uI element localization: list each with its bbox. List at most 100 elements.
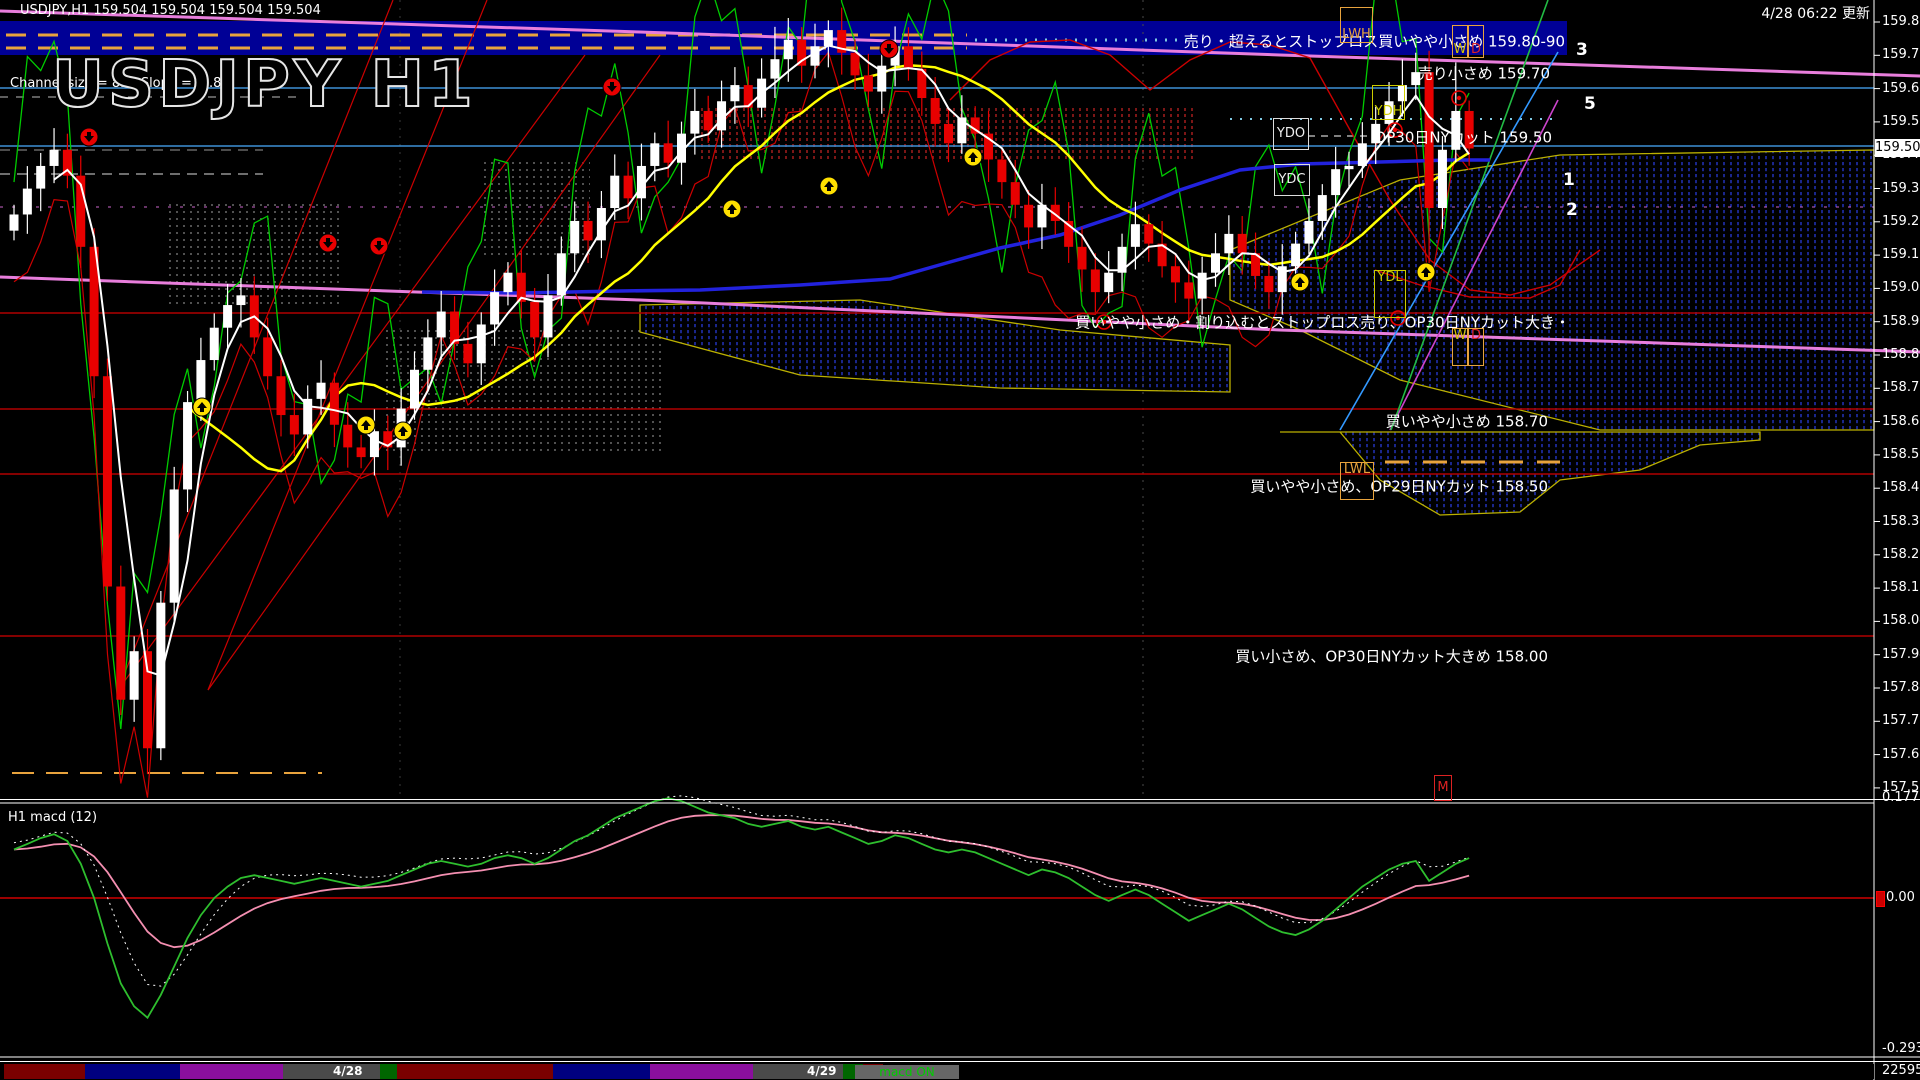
chart-window: USDJPY,H1 159.504 159.504 159.504 159.50… (0, 0, 1920, 1080)
candle-body (770, 59, 779, 78)
level-box-lwl[interactable]: LWL (1340, 462, 1374, 500)
sell-signal-icon (603, 78, 621, 96)
level-box-m[interactable]: M (1434, 775, 1452, 801)
candle-body (236, 295, 245, 305)
candle-body (1011, 182, 1020, 205)
candle-body (116, 587, 125, 700)
level-box-label: YDH (1375, 105, 1403, 119)
candle-body (410, 370, 419, 409)
level-box-label: LWH (1342, 28, 1371, 42)
candle-body (650, 143, 659, 166)
candle-body (1198, 273, 1207, 299)
trendline-number-label: 2 (1566, 200, 1578, 220)
annotation-text: OP30日NYカット 159.50 (1374, 127, 1552, 148)
candle-body (530, 302, 539, 338)
signal-dot-icon (1452, 91, 1466, 105)
level-box-label: M (1437, 781, 1448, 795)
level-box-lwh[interactable]: LWH (1340, 7, 1373, 43)
candle-body (503, 273, 512, 292)
session-timeline: 4/284/29macd ON (0, 1064, 1874, 1079)
price-axis-label: 158.870 (1882, 347, 1920, 362)
price-axis-label: 159.385 (1882, 181, 1920, 196)
candle-body (343, 425, 352, 448)
buy-signal-icon (964, 148, 982, 166)
level-box-label: YDO (1277, 127, 1305, 141)
candle-body (1438, 150, 1447, 208)
candle-body (303, 399, 312, 435)
level-box-ydo[interactable]: YDO (1273, 118, 1309, 150)
level-box-ydh[interactable]: YDH (1372, 85, 1405, 120)
candle-body (290, 415, 299, 434)
candle-body (437, 312, 446, 338)
buy-signal-icon (820, 177, 838, 195)
price-axis-label: 158.560 (1882, 447, 1920, 462)
candle-body (210, 328, 219, 360)
buy-signal-icon (357, 416, 375, 434)
candle-body (1024, 205, 1033, 228)
candle-body (370, 431, 379, 457)
candle-body (357, 447, 366, 457)
annotation-text: 買いやや小さめ 158.70 (1386, 411, 1548, 432)
price-axis-label: 159.590 (1882, 114, 1920, 129)
price-axis-label: 158.250 (1882, 547, 1920, 562)
chart-canvas[interactable] (0, 0, 1920, 1080)
candle-body (1104, 273, 1113, 292)
timeline-date-label: 4/29 (807, 1064, 836, 1079)
buy-signal-icon (1291, 273, 1309, 291)
candle-body (1331, 169, 1340, 195)
price-axis-label: 157.635 (1882, 747, 1920, 762)
level-box-label: W (1454, 329, 1467, 343)
session-segment (380, 1064, 397, 1079)
price-axis-label: 159.690 (1882, 81, 1920, 96)
candle-body (730, 85, 739, 101)
candle-body (811, 46, 820, 65)
annotation-text: 買い小さめ、OP30日NYカット大きめ 158.00 (1235, 646, 1548, 667)
candle-body (196, 360, 205, 402)
update-timestamp: 4/28 06:22 更新 (1761, 3, 1870, 23)
candle-body (944, 124, 953, 143)
level-box-ydl[interactable]: YDL (1374, 270, 1406, 318)
level-box-d[interactable]: D (1468, 25, 1484, 58)
chart-watermark: USDJPY H1 (52, 48, 477, 122)
candle-body (477, 324, 486, 363)
buy-signal-icon (723, 200, 741, 218)
macd-toggle-button[interactable]: macd ON (855, 1065, 959, 1079)
macd-axis-max: 0.177 (1882, 790, 1919, 805)
candle-body (1091, 269, 1100, 292)
candle-body (1144, 224, 1153, 243)
price-axis-label: 158.355 (1882, 514, 1920, 529)
level-box-label: D (1471, 43, 1481, 57)
candle-body (1304, 221, 1313, 244)
sell-signal-icon (880, 40, 898, 58)
candle-body (423, 337, 432, 369)
candle-body (317, 383, 326, 399)
candle-body (997, 159, 1006, 182)
level-box-ydc[interactable]: YDC (1274, 164, 1310, 196)
level-box-w[interactable]: W (1452, 25, 1468, 58)
candle-body (1131, 224, 1140, 247)
macd-axis-min: -0.293 (1882, 1041, 1920, 1056)
level-box-label: LWL (1344, 463, 1370, 477)
price-axis-label: 157.840 (1882, 680, 1920, 695)
candle-body (864, 75, 873, 91)
annotation-text: 買いやや小さめ、OP29日NYカット 158.50 (1250, 476, 1548, 497)
price-axis-label: 158.455 (1882, 480, 1920, 495)
level-box-w[interactable]: W (1452, 328, 1468, 366)
price-axis-label: 159.280 (1882, 214, 1920, 229)
candle-body (1171, 266, 1180, 282)
candle-body (183, 402, 192, 489)
candle-body (1224, 234, 1233, 253)
annotation-text: 買いやや小さめ・割り込むとストップロス売り、OP30日NYカット大き・ (1075, 312, 1570, 333)
session-segment (283, 1064, 380, 1079)
candle-body (904, 46, 913, 69)
candle-body (584, 221, 593, 240)
sell-signal-icon (80, 128, 98, 146)
trendline-number-label: 3 (1576, 40, 1588, 60)
red-envelope-line (14, 52, 1469, 797)
annotation-text: 売り・超えるとストップロス買いやや小さめ 159.80-90 (1184, 31, 1565, 52)
level-box-d[interactable]: D (1468, 328, 1484, 366)
candle-body (1211, 253, 1220, 272)
candle-body (277, 376, 286, 415)
price-axis-label: 158.970 (1882, 314, 1920, 329)
candle-body (50, 150, 59, 166)
